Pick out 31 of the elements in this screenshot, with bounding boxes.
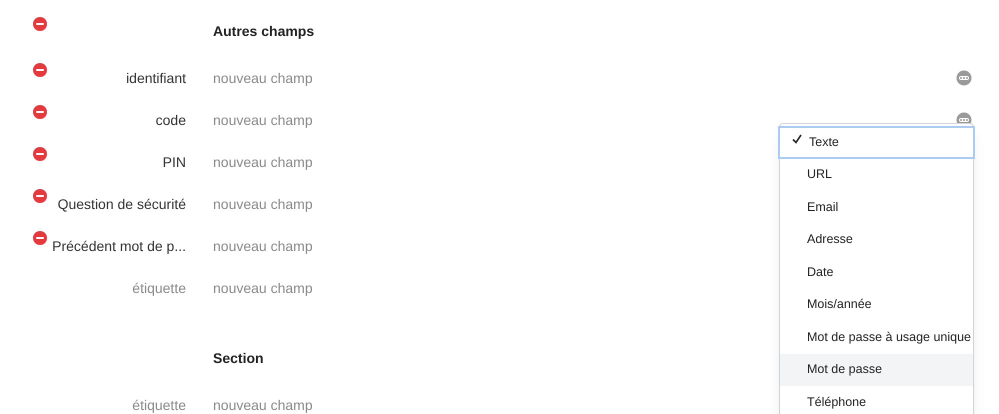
- value-field[interactable]: nouveau champ: [213, 278, 513, 298]
- menu-item[interactable]: Date: [780, 256, 973, 288]
- value-field[interactable]: nouveau champ: [213, 236, 513, 256]
- field-label[interactable]: Précédent mot de p...: [52, 236, 186, 256]
- menu-item[interactable]: Mot de passe: [780, 354, 973, 386]
- field-label[interactable]: Question de sécurité: [58, 194, 186, 214]
- menu-item[interactable]: Mois/année: [780, 288, 973, 321]
- field-label[interactable]: identifiant: [126, 68, 186, 88]
- remove-icon[interactable]: [33, 147, 47, 161]
- remove-icon[interactable]: [33, 189, 47, 203]
- remove-icon[interactable]: [33, 63, 47, 77]
- section-heading: Autres champs: [213, 22, 314, 41]
- value-field[interactable]: nouveau champ: [213, 194, 513, 214]
- section-heading: Section: [213, 348, 264, 368]
- remove-icon[interactable]: [33, 231, 47, 245]
- menu-item[interactable]: URL: [780, 158, 973, 191]
- value-field[interactable]: nouveau champ: [213, 152, 513, 172]
- more-icon[interactable]: [956, 70, 972, 86]
- value-field[interactable]: nouveau champ: [213, 394, 513, 414]
- field-label[interactable]: code: [156, 110, 186, 130]
- remove-icon[interactable]: [33, 105, 47, 119]
- menu-item[interactable]: Adresse: [780, 224, 973, 256]
- menu-item[interactable]: Mot de passe à usage unique: [780, 321, 973, 354]
- check-icon: [792, 134, 802, 144]
- value-field[interactable]: nouveau champ: [213, 68, 513, 88]
- value-field[interactable]: nouveau champ: [213, 110, 513, 130]
- menu-item[interactable]: Texte: [778, 126, 975, 158]
- menu-item[interactable]: Téléphone: [780, 386, 973, 414]
- remove-icon[interactable]: [33, 17, 47, 31]
- menu-item[interactable]: Email: [780, 191, 973, 224]
- field-label[interactable]: PIN: [162, 152, 186, 172]
